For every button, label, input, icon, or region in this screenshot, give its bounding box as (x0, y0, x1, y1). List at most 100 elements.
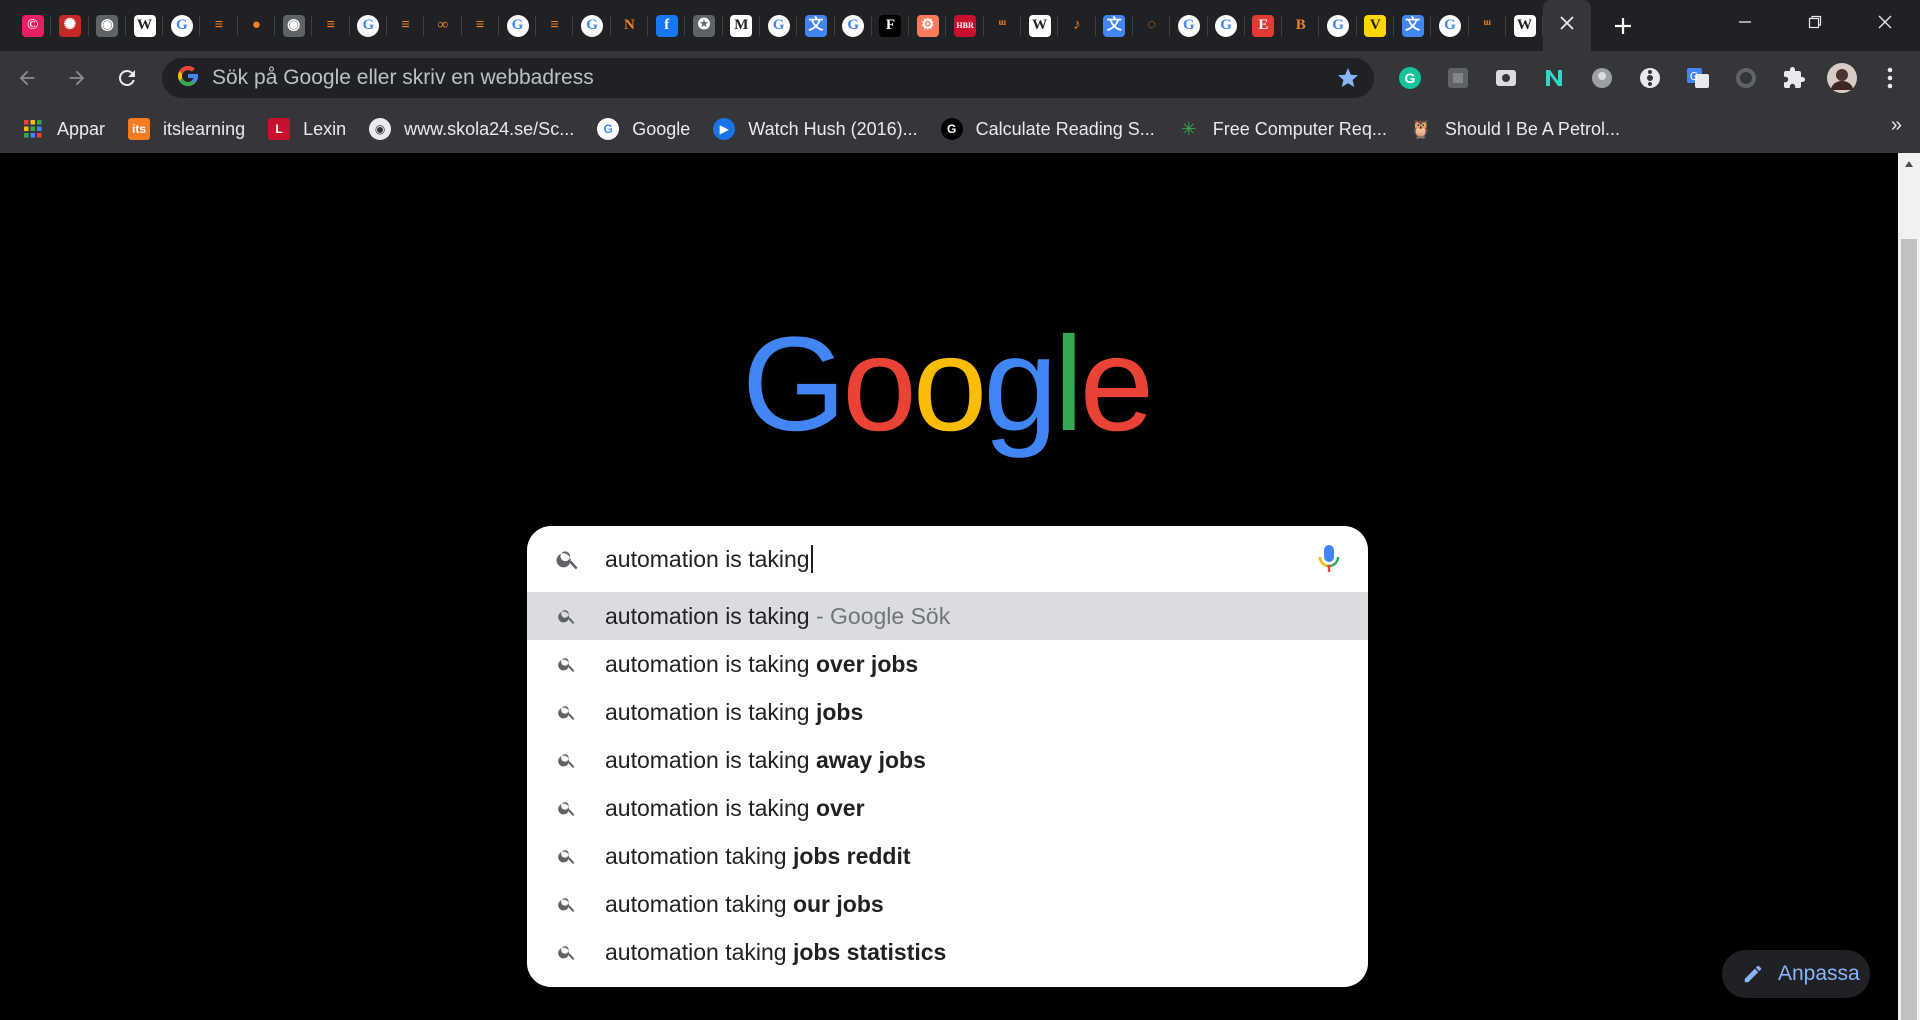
search-icon (557, 846, 577, 871)
tab[interactable]: ≡ (387, 0, 425, 51)
bookmark-item[interactable]: G Calculate Reading S... (940, 118, 1155, 140)
search-icon (557, 750, 577, 775)
tab[interactable]: G (1170, 0, 1208, 51)
puzzle-extensions-icon[interactable] (1770, 51, 1818, 105)
bookmark-item[interactable]: L Lexin (268, 118, 346, 140)
translate-icon[interactable]: G (1674, 51, 1722, 105)
tab[interactable]: ≡ (200, 0, 239, 51)
menu-dots-icon[interactable] (1866, 51, 1914, 105)
suggestion-item[interactable]: automation is taking - Google Sök (527, 592, 1368, 640)
bookmark-item[interactable]: 🦉 Should I Be A Petrol... (1410, 118, 1620, 140)
bookmark-item[interactable]: ◉ www.skola24.se/Sc... (369, 118, 574, 140)
tab[interactable]: ᵚ (984, 0, 1022, 51)
tab[interactable]: ≡ (462, 0, 500, 51)
search-input[interactable]: automation is taking (527, 526, 1368, 592)
tab[interactable]: G (1431, 0, 1469, 51)
tab[interactable]: G (573, 0, 612, 51)
tab[interactable]: ♪ (1058, 0, 1096, 51)
circle-extension-icon[interactable] (1722, 51, 1770, 105)
bookmark-item[interactable]: ✳ Free Computer Req... (1178, 118, 1387, 140)
github-icon: ● (245, 14, 268, 37)
microphone-icon[interactable] (1318, 544, 1340, 579)
tab[interactable]: ✪ (685, 0, 723, 51)
tab[interactable]: ≡ (312, 0, 350, 51)
suggestion-item[interactable]: automation taking jobs reddit (527, 832, 1368, 880)
tab-strip: © ✺ ◉ W G ≡ ● ◉ ≡ G ≡ ∞ ≡ G ≡ G Nf ✪ M G 文 G F ⚙ HBR ᵚ W ♪ 文 ◌ G G E B G V 文… (0, 0, 1920, 51)
close-window-icon[interactable] (1850, 0, 1920, 44)
grammarly-icon[interactable]: G (1386, 51, 1434, 105)
avatar[interactable] (1818, 51, 1866, 105)
tabs-list: © ✺ ◉ W G ≡ ● ◉ ≡ G ≡ ∞ ≡ G ≡ G Nf ✪ M G 文 G F ⚙ HBR ᵚ W ♪ 文 ◌ G G E B G V 文… (0, 0, 1645, 51)
new-tab-button[interactable] (1601, 4, 1645, 48)
suggestion-item[interactable]: automation is taking over (527, 784, 1368, 832)
film-extension-icon[interactable] (1626, 51, 1674, 105)
tab[interactable]: F (872, 0, 910, 51)
tab[interactable]: G (163, 0, 201, 51)
tab-active[interactable] (1543, 0, 1592, 51)
suggestion-prefix: automation is taking (605, 747, 816, 773)
tab[interactable]: ᵚ (1469, 0, 1507, 51)
tab[interactable]: ⚙ (909, 0, 947, 51)
suggestion-item[interactable]: automation is taking jobs (527, 688, 1368, 736)
google-icon: G (581, 14, 604, 37)
reload-button[interactable] (104, 55, 150, 101)
tab[interactable]: W (1021, 0, 1059, 51)
tab[interactable]: M (723, 0, 761, 51)
tab[interactable]: 文 (1096, 0, 1134, 51)
plus-icon (1615, 17, 1632, 34)
tab[interactable]: © (14, 0, 52, 51)
minimize-icon[interactable] (1710, 0, 1780, 44)
tab[interactable]: W (1506, 0, 1544, 51)
suggestion-item[interactable]: automation is taking away jobs (527, 736, 1368, 784)
tab[interactable]: G (1208, 0, 1246, 51)
bookmark-item[interactable]: Appar (22, 118, 105, 140)
scrollbar-thumb[interactable] (1901, 239, 1917, 1020)
suggestion-prefix: automation taking (605, 891, 793, 917)
tab[interactable]: ∞ (424, 0, 462, 51)
bookmark-item[interactable]: its itslearning (128, 118, 245, 140)
tab[interactable]: G (499, 0, 537, 51)
tab[interactable]: W (126, 0, 164, 51)
suggestion-prefix: automation taking (605, 939, 793, 965)
tab[interactable]: f (648, 0, 686, 51)
n-extension-icon[interactable] (1530, 51, 1578, 105)
tab[interactable]: V (1357, 0, 1395, 51)
tab[interactable]: G (350, 0, 388, 51)
address-bar[interactable]: Sök på Google eller skriv en webbadress (162, 58, 1374, 98)
tab[interactable]: ● (238, 0, 276, 51)
tab[interactable]: E (1245, 0, 1283, 51)
tab[interactable]: ◉ (89, 0, 127, 51)
tab[interactable]: G (835, 0, 873, 51)
tab[interactable]: B (1282, 0, 1320, 51)
scrollbar[interactable] (1898, 153, 1920, 1020)
restore-icon[interactable] (1780, 0, 1850, 44)
tab[interactable]: G (1319, 0, 1357, 51)
tab[interactable]: ◌ (1133, 0, 1171, 51)
forward-button[interactable] (54, 55, 100, 101)
tab[interactable]: ✺ (51, 0, 89, 51)
suggestion-item[interactable]: automation taking our jobs (527, 880, 1368, 928)
suggestion-prefix: automation is taking (605, 603, 810, 629)
tab[interactable]: ≡ (536, 0, 574, 51)
scroll-up-arrow-icon[interactable] (1898, 153, 1920, 175)
bookmarks-overflow-icon[interactable]: » (1891, 114, 1902, 137)
tab[interactable]: 文 (1394, 0, 1432, 51)
back-button[interactable] (4, 55, 50, 101)
suggestion-item[interactable]: automation taking jobs statistics (527, 928, 1368, 976)
wikipedia-icon: W (133, 14, 156, 37)
grey-box-extension-icon[interactable] (1434, 51, 1482, 105)
tab[interactable]: ◉ (275, 0, 313, 51)
bookmark-item[interactable]: G Google (597, 118, 690, 140)
tab[interactable]: N (611, 0, 649, 51)
bookmark-item[interactable]: ▶ Watch Hush (2016)... (713, 118, 918, 140)
tab[interactable]: HBR (946, 0, 985, 51)
customize-button[interactable]: Anpassa (1722, 950, 1870, 998)
suggestion-text: automation is taking jobs (605, 699, 863, 726)
close-tab-icon[interactable] (1560, 16, 1574, 35)
tab[interactable]: 文 (797, 0, 835, 51)
bookmark-star-icon[interactable] (1336, 66, 1360, 95)
round-extension-icon[interactable] (1578, 51, 1626, 105)
suggestion-item[interactable]: automation is taking over jobs (527, 640, 1368, 688)
camera-extension-icon[interactable] (1482, 51, 1530, 105)
tab[interactable]: G (760, 0, 798, 51)
